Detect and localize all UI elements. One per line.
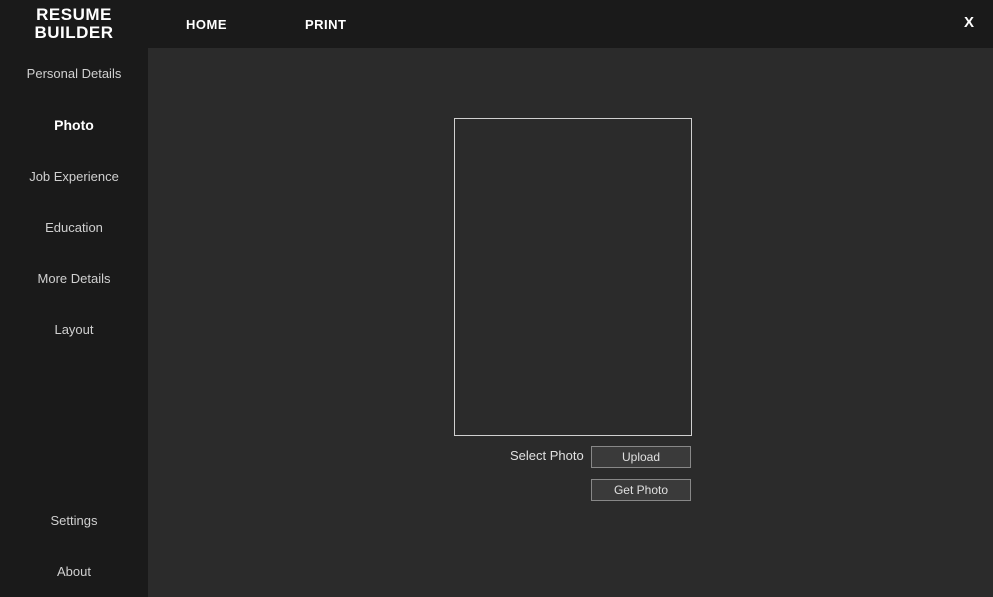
sidebar-item-personal-details[interactable]: Personal Details (0, 48, 148, 99)
photo-frame (454, 118, 692, 436)
nav-home[interactable]: HOME (168, 17, 245, 32)
sidebar-item-settings[interactable]: Settings (0, 495, 148, 546)
logo-line2: BUILDER (0, 24, 148, 42)
sidebar-spacer (0, 355, 148, 495)
close-button[interactable]: X (964, 14, 975, 31)
logo-line1: RESUME (0, 6, 148, 24)
sidebar-item-job-experience[interactable]: Job Experience (0, 151, 148, 202)
nav-print[interactable]: PRINT (287, 17, 365, 32)
sidebar-item-education[interactable]: Education (0, 202, 148, 253)
sidebar-item-layout[interactable]: Layout (0, 304, 148, 355)
sidebar-item-about[interactable]: About (0, 546, 148, 597)
get-photo-button[interactable]: Get Photo (591, 479, 691, 501)
main-content: Select Photo Upload Get Photo (148, 48, 993, 597)
select-photo-label: Select Photo (510, 448, 584, 463)
sidebar-item-photo[interactable]: Photo (0, 99, 148, 151)
sidebar: Personal Details Photo Job Experience Ed… (0, 48, 148, 597)
sidebar-item-more-details[interactable]: More Details (0, 253, 148, 304)
app-logo: RESUME BUILDER (0, 6, 148, 42)
upload-button[interactable]: Upload (591, 446, 691, 468)
header: RESUME BUILDER HOME PRINT X (0, 0, 993, 48)
